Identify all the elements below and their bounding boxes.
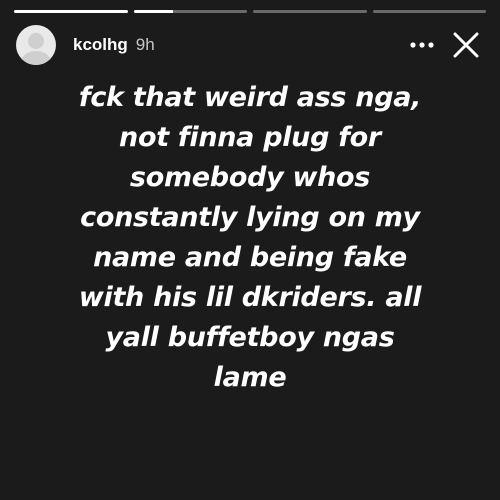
- story-progress-segment: [253, 10, 367, 13]
- story-progress-segment: [133, 10, 247, 13]
- story-progress-bars: [14, 10, 486, 13]
- post-time: 9h: [135, 35, 155, 54]
- more-horizontal-icon[interactable]: [402, 25, 442, 65]
- avatar[interactable]: [16, 25, 56, 65]
- caption-line: with his lil dkriders. all: [78, 282, 422, 313]
- caption-line: yall buffetboy ngas: [105, 322, 395, 353]
- caption-line: not finna plug for: [119, 122, 381, 153]
- caption-line: somebody whos: [129, 162, 371, 193]
- caption-line: lame: [213, 362, 287, 393]
- story-progress-fill: [133, 10, 174, 13]
- close-icon[interactable]: [446, 25, 486, 65]
- story-progress-fill: [14, 10, 128, 13]
- story-viewer[interactable]: kcolhg 9h fck that weird ass nga, not fi…: [0, 0, 500, 500]
- story-progress-segment: [372, 10, 486, 13]
- story-caption: fck that weird ass nga, not finna plug f…: [10, 78, 490, 398]
- story-progress-segment: [14, 10, 128, 13]
- caption-line: constantly lying on my: [80, 202, 420, 233]
- caption-line: name and being fake: [93, 242, 407, 273]
- story-header: kcolhg 9h: [16, 22, 486, 68]
- username[interactable]: kcolhg: [73, 35, 128, 55]
- caption-line: fck that weird ass nga,: [78, 82, 422, 113]
